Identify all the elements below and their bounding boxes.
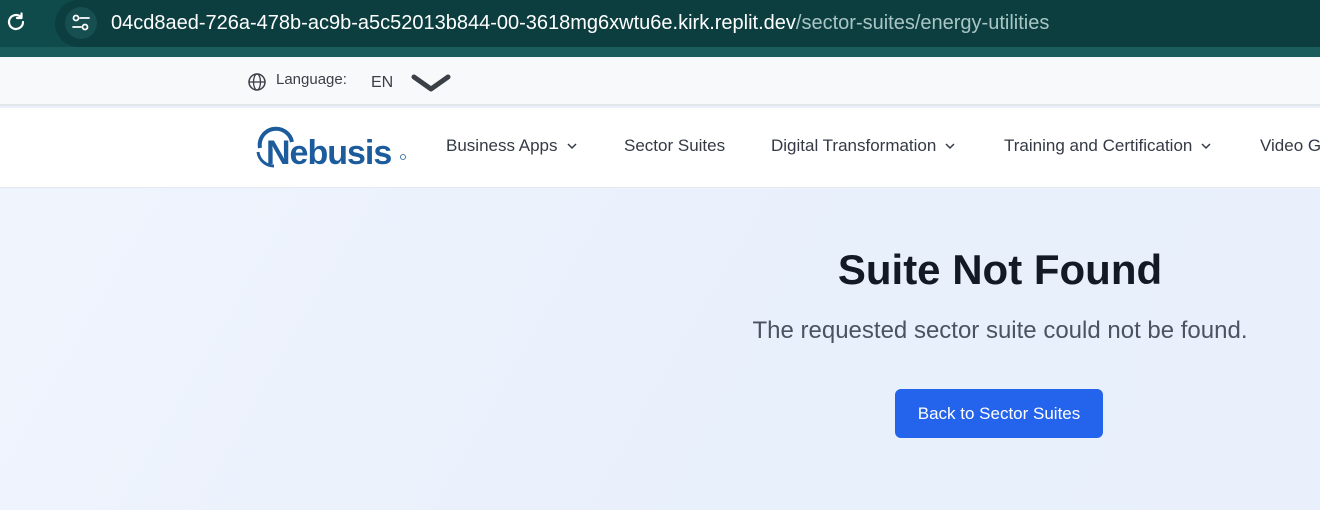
tune-icon (72, 14, 90, 31)
nebusis-logo[interactable]: Nebusis (252, 126, 412, 170)
language-bar: Language: EN (0, 57, 1320, 106)
address-bar[interactable]: 04cd8aed-726a-478b-ac9b-a5c52013b844-00-… (55, 0, 1320, 47)
chevron-down-icon (1201, 143, 1211, 150)
nav-item-label: Video G (1260, 136, 1320, 155)
nav-item-business-apps[interactable]: Business Apps (446, 136, 578, 156)
language-select-value[interactable]: EN (371, 74, 393, 92)
url-text[interactable]: 04cd8aed-726a-478b-ac9b-a5c52013b844-00-… (111, 12, 1049, 35)
page-title: Suite Not Found (837, 246, 1163, 293)
nav-item-label: Sector Suites (624, 136, 726, 155)
nav-item-sector-suites[interactable]: Sector Suites (624, 136, 725, 156)
nav-item-video[interactable]: Video G (1260, 136, 1320, 156)
chevron-down-icon (566, 143, 577, 150)
main-navigation: Nebusis Business Apps Sector Suites Digi… (0, 108, 1320, 188)
nav-item-label: Business Apps (446, 136, 558, 155)
main-content: Suite Not Found The requested sector sui… (0, 189, 1320, 510)
logo-letter-n: Nebusis (266, 134, 391, 170)
reload-icon[interactable] (4, 10, 28, 34)
browser-toolbar: 04cd8aed-726a-478b-ac9b-a5c52013b844-00-… (0, 0, 1320, 57)
page-subtitle: The requested sector suite could not be … (752, 317, 1248, 344)
language-label: Language: (276, 71, 347, 88)
back-to-sector-suites-button[interactable]: Back to Sector Suites (895, 389, 1103, 438)
nav-item-training-certification[interactable]: Training and Certification (1004, 136, 1212, 156)
chevron-down-icon (945, 143, 955, 150)
url-host: 04cd8aed-726a-478b-ac9b-a5c52013b844-00-… (111, 12, 796, 34)
nav-item-digital-transformation[interactable]: Digital Transformation (771, 136, 956, 156)
toolbar-accent-strip (0, 47, 1320, 57)
chevron-down-icon[interactable] (410, 72, 452, 94)
nav-item-label: Training and Certification (1004, 136, 1193, 155)
url-path: /sector-suites/energy-utilities (795, 12, 1050, 34)
globe-icon (248, 73, 266, 91)
nav-item-label: Digital Transformation (771, 136, 937, 155)
site-info-button[interactable] (65, 7, 97, 39)
